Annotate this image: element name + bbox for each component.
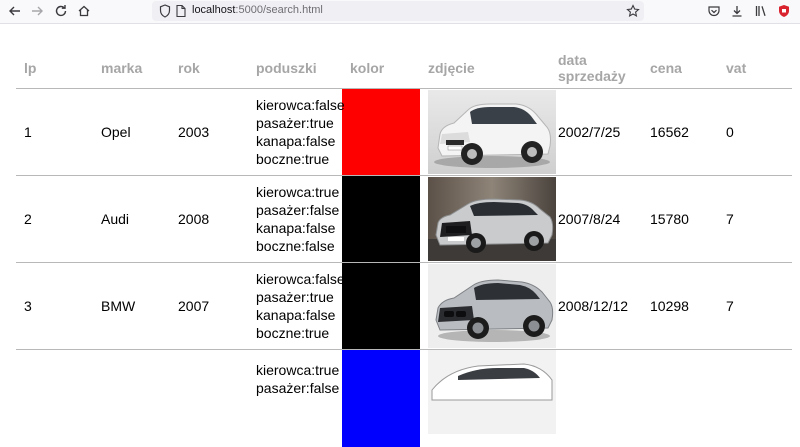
cell-lp: 3: [16, 263, 93, 350]
cell-marka: [93, 350, 170, 447]
airbag-driver: kierowca:true: [256, 361, 342, 379]
cell-data-sprzedazy: [550, 350, 642, 447]
airbag-driver: kierowca:false: [256, 96, 342, 114]
airbag-driver: kierowca:false: [256, 270, 342, 288]
cell-poduszki: kierowca:false pasażer:true kanapa:false…: [248, 89, 342, 176]
header-row: lp marka rok poduszki kolor zdjęcie data…: [16, 48, 792, 89]
car-photo: [428, 177, 556, 261]
airbag-side: boczne:true: [256, 324, 342, 342]
header-rok[interactable]: rok: [170, 48, 248, 89]
cell-lp: [16, 350, 93, 447]
cell-vat: 0: [718, 89, 792, 176]
cars-table: lp marka rok poduszki kolor zdjęcie data…: [16, 48, 792, 447]
cell-data-sprzedazy: 2007/8/24: [550, 176, 642, 263]
cell-zdjecie: [420, 176, 550, 263]
table-row: 1 Opel 2003 kierowca:false pasażer:true …: [16, 89, 792, 176]
library-icon[interactable]: [752, 2, 770, 20]
car-photo: [428, 350, 556, 434]
cell-cena: 16562: [642, 89, 718, 176]
cell-zdjecie: [420, 89, 550, 176]
header-marka[interactable]: marka: [93, 48, 170, 89]
header-lp[interactable]: lp: [16, 48, 93, 89]
header-zdjecie[interactable]: zdjęcie: [420, 48, 550, 89]
car-photo: [428, 264, 556, 348]
cell-lp: 1: [16, 89, 93, 176]
cell-poduszki: kierowca:true pasażer:false kanapa:false…: [248, 176, 342, 263]
cell-poduszki: kierowca:true pasażer:false: [248, 350, 342, 447]
airbag-rear: kanapa:false: [256, 219, 342, 237]
header-vat[interactable]: vat: [718, 48, 792, 89]
pocket-icon[interactable]: [705, 2, 723, 20]
airbag-passenger: pasażer:false: [256, 379, 342, 397]
cell-marka: Audi: [93, 176, 170, 263]
cell-kolor: [342, 350, 420, 447]
cell-marka: BMW: [93, 263, 170, 350]
airbag-side: boczne:false: [256, 237, 342, 255]
cell-data-sprzedazy: 2002/7/25: [550, 89, 642, 176]
cell-zdjecie: [420, 350, 550, 447]
cell-rok: 2003: [170, 89, 248, 176]
cell-vat: 7: [718, 176, 792, 263]
ublock-shield-icon[interactable]: [775, 2, 793, 20]
cell-vat: 7: [718, 263, 792, 350]
browser-toolbar: localhost:5000/search.html: [0, 0, 800, 24]
cell-kolor: [342, 263, 420, 350]
bookmark-star-icon[interactable]: [624, 2, 642, 20]
car-photo: [428, 90, 556, 174]
cell-marka: Opel: [93, 89, 170, 176]
airbag-passenger: pasażer:false: [256, 201, 342, 219]
cell-kolor: [342, 89, 420, 176]
table-row: 2 Audi 2008 kierowca:true pasażer:false …: [16, 176, 792, 263]
cell-kolor: [342, 176, 420, 263]
airbag-passenger: pasażer:true: [256, 114, 342, 132]
header-kolor[interactable]: kolor: [342, 48, 420, 89]
header-data-sprzedazy[interactable]: data sprzedaży: [550, 48, 642, 89]
home-icon[interactable]: [75, 2, 93, 20]
airbag-rear: kanapa:false: [256, 306, 342, 324]
url-text[interactable]: localhost:5000/search.html: [192, 4, 323, 16]
cell-vat: [718, 350, 792, 447]
airbag-driver: kierowca:true: [256, 183, 342, 201]
airbag-passenger: pasażer:true: [256, 288, 342, 306]
cell-rok: 2007: [170, 263, 248, 350]
cell-rok: [170, 350, 248, 447]
header-poduszki[interactable]: poduszki: [248, 48, 342, 89]
cell-rok: 2008: [170, 176, 248, 263]
cell-cena: 15780: [642, 176, 718, 263]
table-row: kierowca:true pasażer:false: [16, 350, 792, 447]
cell-lp: 2: [16, 176, 93, 263]
cell-data-sprzedazy: 2008/12/12: [550, 263, 642, 350]
back-arrow-icon[interactable]: [6, 2, 24, 20]
reload-icon[interactable]: [52, 2, 70, 20]
cell-zdjecie: [420, 263, 550, 350]
header-cena[interactable]: cena: [642, 48, 718, 89]
forward-arrow-icon[interactable]: [28, 2, 46, 20]
page-icon[interactable]: [172, 2, 190, 20]
cell-poduszki: kierowca:false pasażer:true kanapa:false…: [248, 263, 342, 350]
airbag-side: boczne:true: [256, 150, 342, 168]
airbag-rear: kanapa:false: [256, 132, 342, 150]
cell-cena: [642, 350, 718, 447]
table-row: 3 BMW 2007 kierowca:false pasażer:true k…: [16, 263, 792, 350]
address-bar[interactable]: localhost:5000/search.html: [152, 1, 644, 21]
download-icon[interactable]: [728, 2, 746, 20]
cell-cena: 10298: [642, 263, 718, 350]
